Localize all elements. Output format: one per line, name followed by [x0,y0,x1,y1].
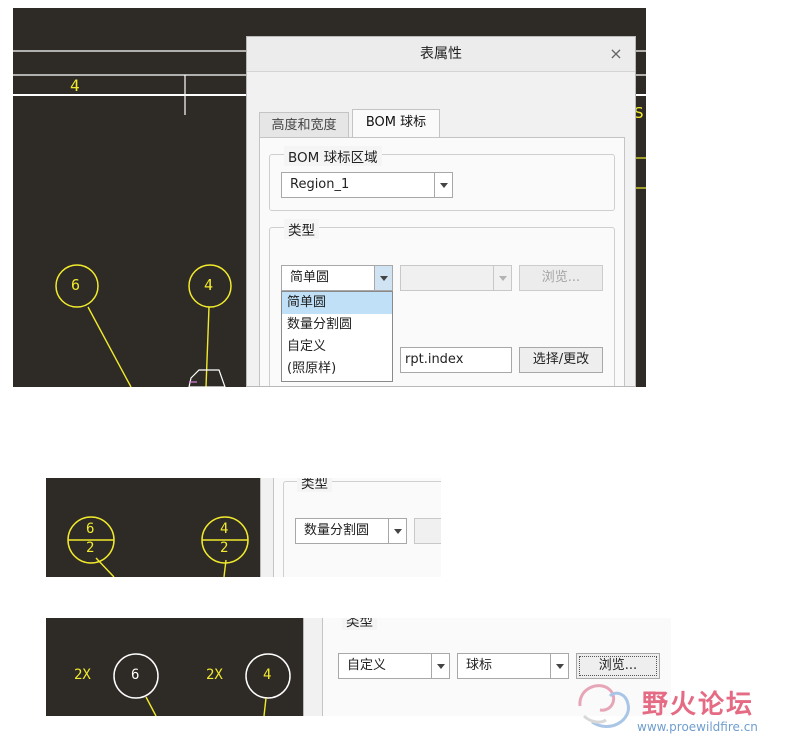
close-icon[interactable]: × [607,37,625,71]
custom-symbol-select-value: 球标 [466,658,493,673]
custom-type-select-value: 自定义 [347,658,387,673]
chevron-down-icon[interactable] [374,266,392,290]
type-group-title: 类型 [284,219,319,239]
region-select[interactable]: Region_1 [281,172,453,198]
dropdown-option-custom[interactable]: 自定义 [282,336,392,358]
custom-balloon-label-1: 6 [131,667,140,683]
watermark-url: www.proewildfire.cn [637,720,758,734]
custom-type-group-title: 类型 [342,618,377,630]
split-symbol-select [414,518,441,544]
chevron-down-icon[interactable] [431,654,449,678]
custom-balloon-prefix-2: 2X [206,667,223,683]
type-select[interactable]: 简单圆 [281,265,393,291]
region-select-value: Region_1 [290,177,350,192]
balloon-label-2: 4 [204,276,214,294]
balloon-label-1: 6 [71,276,81,294]
split-balloon-bottom-1: 2 [86,540,95,556]
bom-region-group-title: BOM 球标区域 [284,146,382,166]
chevron-down-icon[interactable] [550,654,568,678]
split-type-select-value: 数量分割圆 [304,523,370,538]
parameter-field[interactable]: rpt.index [400,347,512,373]
custom-symbol-select[interactable]: 球标 [457,653,569,679]
split-type-select[interactable]: 数量分割圆 [295,518,407,544]
cad-canvas-split[interactable]: 6 2 4 2 [46,478,260,577]
tab-bom-balloon[interactable]: BOM 球标 [352,109,440,138]
custom-balloon-prefix-1: 2X [74,667,91,683]
split-balloon-top-1: 6 [86,521,95,537]
browse-button: 浏览... [519,265,603,291]
cad-canvas-custom[interactable]: 2X 6 2X 4 [46,618,303,716]
dropdown-option-as-is[interactable]: (照原样) [282,358,392,380]
type-dropdown-list[interactable]: 简单圆 数量分割圆 自定义 (照原样) [281,291,393,382]
chevron-down-icon[interactable] [388,519,406,543]
split-dialog-fragment: 类型 数量分割圆 [260,478,441,577]
dropdown-option-quantity-split-circle[interactable]: 数量分割圆 [282,314,392,336]
chevron-down-icon [493,266,511,290]
table-properties-dialog: 表属性 × 高度和宽度 BOM 球标 BOM 球标区域 Region_1 类型 … [246,36,636,387]
custom-type-select[interactable]: 自定义 [338,653,450,679]
select-change-button[interactable]: 选择/更改 [519,347,603,373]
custom-balloon-label-2: 4 [263,667,272,683]
tab-height-width[interactable]: 高度和宽度 [259,112,349,138]
watermark-logo-icon [570,676,642,736]
dropdown-option-simple-circle[interactable]: 简单圆 [282,292,392,314]
symbol-select [400,265,512,291]
split-balloon-top-2: 4 [220,521,229,537]
dialog-title: 表属性 [247,37,635,72]
table-cell-number: 4 [70,76,80,95]
watermark-text: 野火论坛 [642,690,755,720]
split-balloon-bottom-2: 2 [220,540,229,556]
type-select-value: 简单圆 [290,270,330,285]
split-type-group-title: 类型 [297,478,332,492]
chevron-down-icon[interactable] [434,173,452,197]
